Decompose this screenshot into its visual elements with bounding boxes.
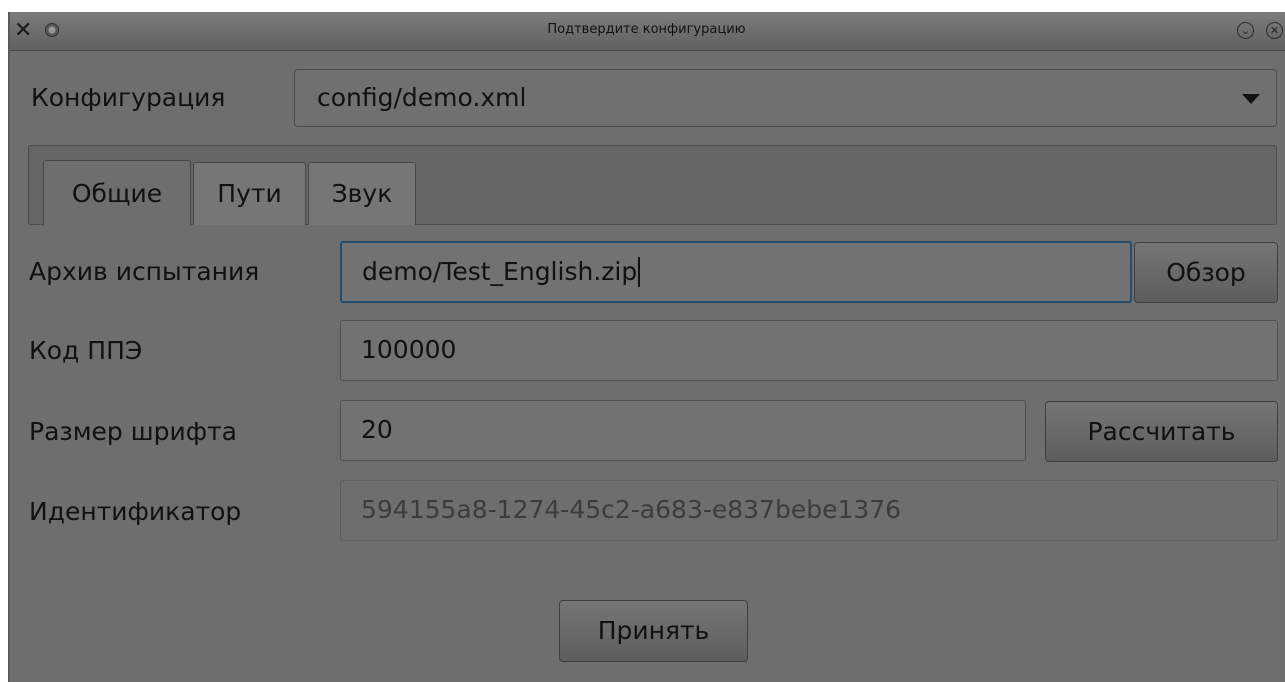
dropdown-arrow-icon bbox=[1242, 94, 1260, 104]
tab-sound[interactable]: Звук bbox=[308, 162, 416, 225]
tab-paths[interactable]: Пути bbox=[193, 162, 306, 225]
accept-button[interactable]: Принять bbox=[559, 600, 748, 662]
config-label: Конфигурация bbox=[31, 83, 226, 112]
identifier-input: 594155a8-1274-45c2-a683-e837bebe1376 bbox=[340, 480, 1278, 541]
config-dialog: ✕ Подтвердите конфигурацию ⌄ ✕ Конфигура… bbox=[8, 12, 1285, 682]
font-size-label: Размер шрифта bbox=[29, 417, 237, 446]
archive-input-value: demo/Test_English.zip bbox=[362, 257, 641, 287]
window-border bbox=[8, 12, 10, 682]
config-select[interactable]: config/demo.xml bbox=[294, 69, 1277, 127]
text-caret bbox=[638, 257, 641, 287]
title-bar[interactable]: ✕ Подтвердите конфигурацию ⌄ ✕ bbox=[8, 12, 1285, 51]
identifier-value: 594155a8-1274-45c2-a683-e837bebe1376 bbox=[361, 495, 902, 524]
archive-label: Архив испытания bbox=[29, 257, 260, 286]
config-select-value: config/demo.xml bbox=[317, 83, 527, 112]
ppe-code-label: Код ППЭ bbox=[29, 336, 143, 365]
ppe-code-input[interactable]: 100000 bbox=[340, 320, 1278, 381]
window-title: Подтвердите конфигурацию bbox=[547, 22, 746, 37]
archive-input[interactable]: demo/Test_English.zip bbox=[340, 241, 1132, 303]
ppe-code-value: 100000 bbox=[361, 335, 457, 364]
tab-general[interactable]: Общие bbox=[43, 160, 191, 226]
font-size-value: 20 bbox=[361, 415, 393, 444]
browse-button[interactable]: Обзор bbox=[1134, 242, 1278, 303]
calculate-button[interactable]: Рассчитать bbox=[1045, 401, 1278, 462]
close-icon[interactable]: ✕ bbox=[1266, 22, 1283, 39]
chevron-down-icon[interactable]: ⌄ bbox=[1237, 22, 1254, 39]
font-size-input[interactable]: 20 bbox=[340, 400, 1026, 461]
identifier-label: Идентификатор bbox=[29, 497, 242, 526]
